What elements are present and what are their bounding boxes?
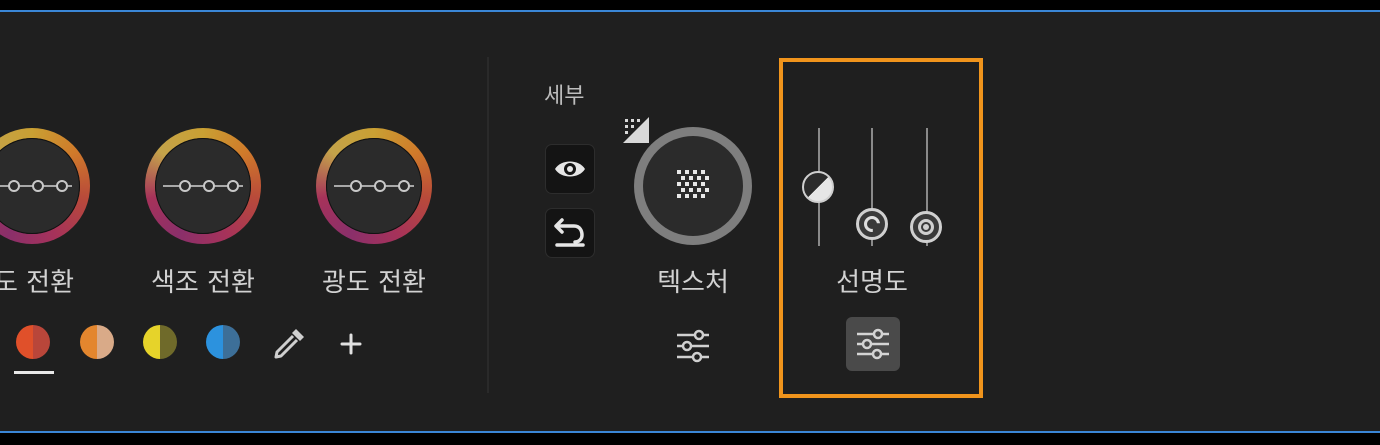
highlight-frame: [779, 58, 983, 398]
texture-pattern-icon: [623, 117, 649, 143]
wheel-label-tone: 색조 전환: [151, 268, 255, 298]
section-divider: [487, 57, 489, 393]
texture-grid-icon: [677, 170, 709, 198]
visibility-toggle-button[interactable]: [545, 144, 595, 194]
swatch-yellow[interactable]: [143, 325, 177, 359]
swatch-orange[interactable]: [80, 325, 114, 359]
texture-dial[interactable]: [634, 127, 752, 245]
wheel-hue-shift[interactable]: [0, 128, 90, 244]
wheel-tone-shift[interactable]: [145, 128, 261, 244]
reset-button[interactable]: [545, 208, 595, 258]
texture-label: 텍스처: [657, 268, 729, 298]
eyedropper-icon[interactable]: [270, 325, 308, 363]
wheel-luminance-shift[interactable]: [316, 128, 432, 244]
swatch-blue[interactable]: [206, 325, 240, 359]
wheel-label-hue: 도 전환: [0, 268, 75, 298]
texture-settings-icon[interactable]: [673, 326, 713, 366]
undo-icon: [554, 218, 585, 247]
wheel-label-luminance: 광도 전환: [322, 268, 426, 298]
plus-icon[interactable]: [339, 332, 363, 356]
detail-section-label: 세부: [544, 84, 585, 109]
eye-icon: [555, 161, 585, 177]
swatch-selected-indicator: [14, 371, 54, 374]
color-detail-panel: 도 전환 색조 전환 광도 전환 세부 텍스처 선명도: [0, 10, 1380, 433]
swatch-red[interactable]: [16, 325, 50, 359]
